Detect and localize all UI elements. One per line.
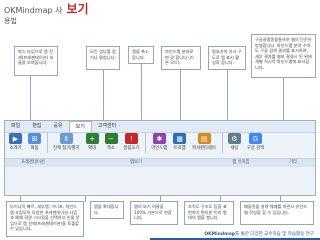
treemap-icon: ▦ xyxy=(173,133,187,144)
tool-label: 소개기 xyxy=(9,146,22,151)
tool-label: 마인드맵 xyxy=(151,146,168,151)
page-title: OKMindmap 사 보기 용법 xyxy=(4,2,114,26)
expand-icon: ⊞ xyxy=(28,133,41,144)
group-etc: 기타 xyxy=(289,160,297,165)
google-search-icon: G xyxy=(248,133,262,144)
padlet-button[interactable]: ▤ 퍼셔판타레이 xyxy=(192,133,216,151)
group-labels: 프레젠테이션 맵보기 맵 유저밈 기타 xyxy=(5,158,315,167)
tool-row: ▶ 소개기 ⊞ 펴짐 ⇕ 전체 접기/펼치 + 확대 − 축소 ! 알림도기 ✱… xyxy=(5,133,315,157)
tool-label: 퍼셔판타레이 xyxy=(192,146,216,151)
tool-label: 세팅 xyxy=(230,146,239,151)
zoom-out-icon: − xyxy=(104,133,118,144)
collapse-all-icon: ⇕ xyxy=(59,133,73,144)
callout-collapse-all: 모든 섬다를 접거나 펼칩니다. xyxy=(86,46,120,70)
menu-edit[interactable]: 편집 xyxy=(26,121,47,132)
alert-icon: ! xyxy=(124,133,138,144)
title-subtitle: 용법 xyxy=(4,17,17,25)
footer-brand: OKMindmap xyxy=(204,232,236,237)
settings-button[interactable]: ⚙ 세팅 xyxy=(227,133,241,151)
footer-text: 를 통한 다양한 교수학습 및 학습활동 연구 xyxy=(235,232,314,237)
slideshow-button[interactable]: ▶ 소개기 xyxy=(9,133,22,151)
tool-label: 확대 xyxy=(88,146,96,151)
group-map-user: 맵 유저밈 xyxy=(232,160,250,165)
callout-zoom-out: 맵을 축소합니다. xyxy=(128,46,154,64)
callout-treemap: 필요가의 가사 구도로 맵 표시 활성화 합니다. xyxy=(208,46,246,70)
ribbon-toolbar: 파일 편집 공유 보기 고객센터 ▶ 소개기 ⊞ 펴짐 ⇕ 전체 접기/펼치 +… xyxy=(4,120,316,196)
menu-view[interactable]: 보기 xyxy=(68,121,92,132)
menu-share[interactable]: 공유 xyxy=(47,121,68,132)
zoom-out-button[interactable]: − 축소 xyxy=(104,133,118,151)
tool-label: 구글 검색 xyxy=(246,146,265,151)
zoom-in-button[interactable]: + 확대 xyxy=(85,133,99,151)
footer-caption: OKMindmap를 통한 다양한 교수학습 및 학습활동 연구 xyxy=(204,231,314,237)
tool-label: 펴짐 xyxy=(30,146,39,151)
collapse-all-button[interactable]: ⇕ 전체 접기/펼치 xyxy=(53,133,80,151)
tool-label: 트리맵 xyxy=(173,146,186,151)
treemap-button[interactable]: ▦ 트리맵 xyxy=(173,133,187,151)
group-presentation: 프레젠테이션 xyxy=(21,160,45,165)
callout-zoom-in: 맵을 확대합니다. xyxy=(90,201,124,219)
tool-label: 알림도기 xyxy=(123,146,140,151)
padlet-icon: ▤ xyxy=(197,133,211,144)
title-prefix: OKMindmap 사 xyxy=(4,6,63,15)
callout-mindmap: 마인드맵 분야로 변 경 합니다 (기본 모드). xyxy=(161,46,201,70)
menu-support[interactable]: 고객센터 xyxy=(92,121,122,132)
tool-label: 축소 xyxy=(107,146,115,151)
callout-slideshow: 박스 타입으로 맵 전체(프레젠테이션) 흐름을 보여줍니다. xyxy=(14,46,58,76)
expand-button[interactable]: ⊞ 펴짐 xyxy=(28,133,41,151)
title-main: 보기 xyxy=(66,2,89,16)
group-map-view: 맵보기 xyxy=(130,160,142,165)
callout-padlet: 패들릿을 살려 웨메를 마련시 유인드웹 작성을 할 수 있습니다. xyxy=(240,201,314,225)
callout-tree-view: 조직도 구조도 등을 표현하기 편리한 트리 형태의 맵을 봅니다. xyxy=(184,201,234,225)
callout-reset-zoom: 맵의 보기 비율을 100% 기본으로 변합니다. xyxy=(130,201,178,225)
mindmap-icon: ✱ xyxy=(152,133,166,144)
zoom-in-icon: + xyxy=(85,133,99,144)
google-search-button[interactable]: G 구글 검색 xyxy=(247,133,264,151)
alert-button[interactable]: ! 알림도기 xyxy=(123,133,140,151)
callout-google-search: 구글글맵종을통하여 웹의 단준어 방영합니다. 마인드맵 분야 수마도 구글 검… xyxy=(251,34,316,78)
menu-bar: 파일 편집 공유 보기 고객센터 xyxy=(5,121,315,133)
tool-label: 전체 접기/펼치 xyxy=(53,146,80,151)
settings-icon: ⚙ xyxy=(227,133,241,144)
slideshow-icon: ▶ xyxy=(9,133,22,144)
mindmap-button[interactable]: ✱ 마인드맵 xyxy=(151,133,167,151)
callout-presentation: 다이나믹 빠르, 세부맵, 이너포, 마인드 맵 조감모의 다양한 프레젠테이션… xyxy=(6,201,84,237)
menu-file[interactable]: 파일 xyxy=(5,121,26,132)
